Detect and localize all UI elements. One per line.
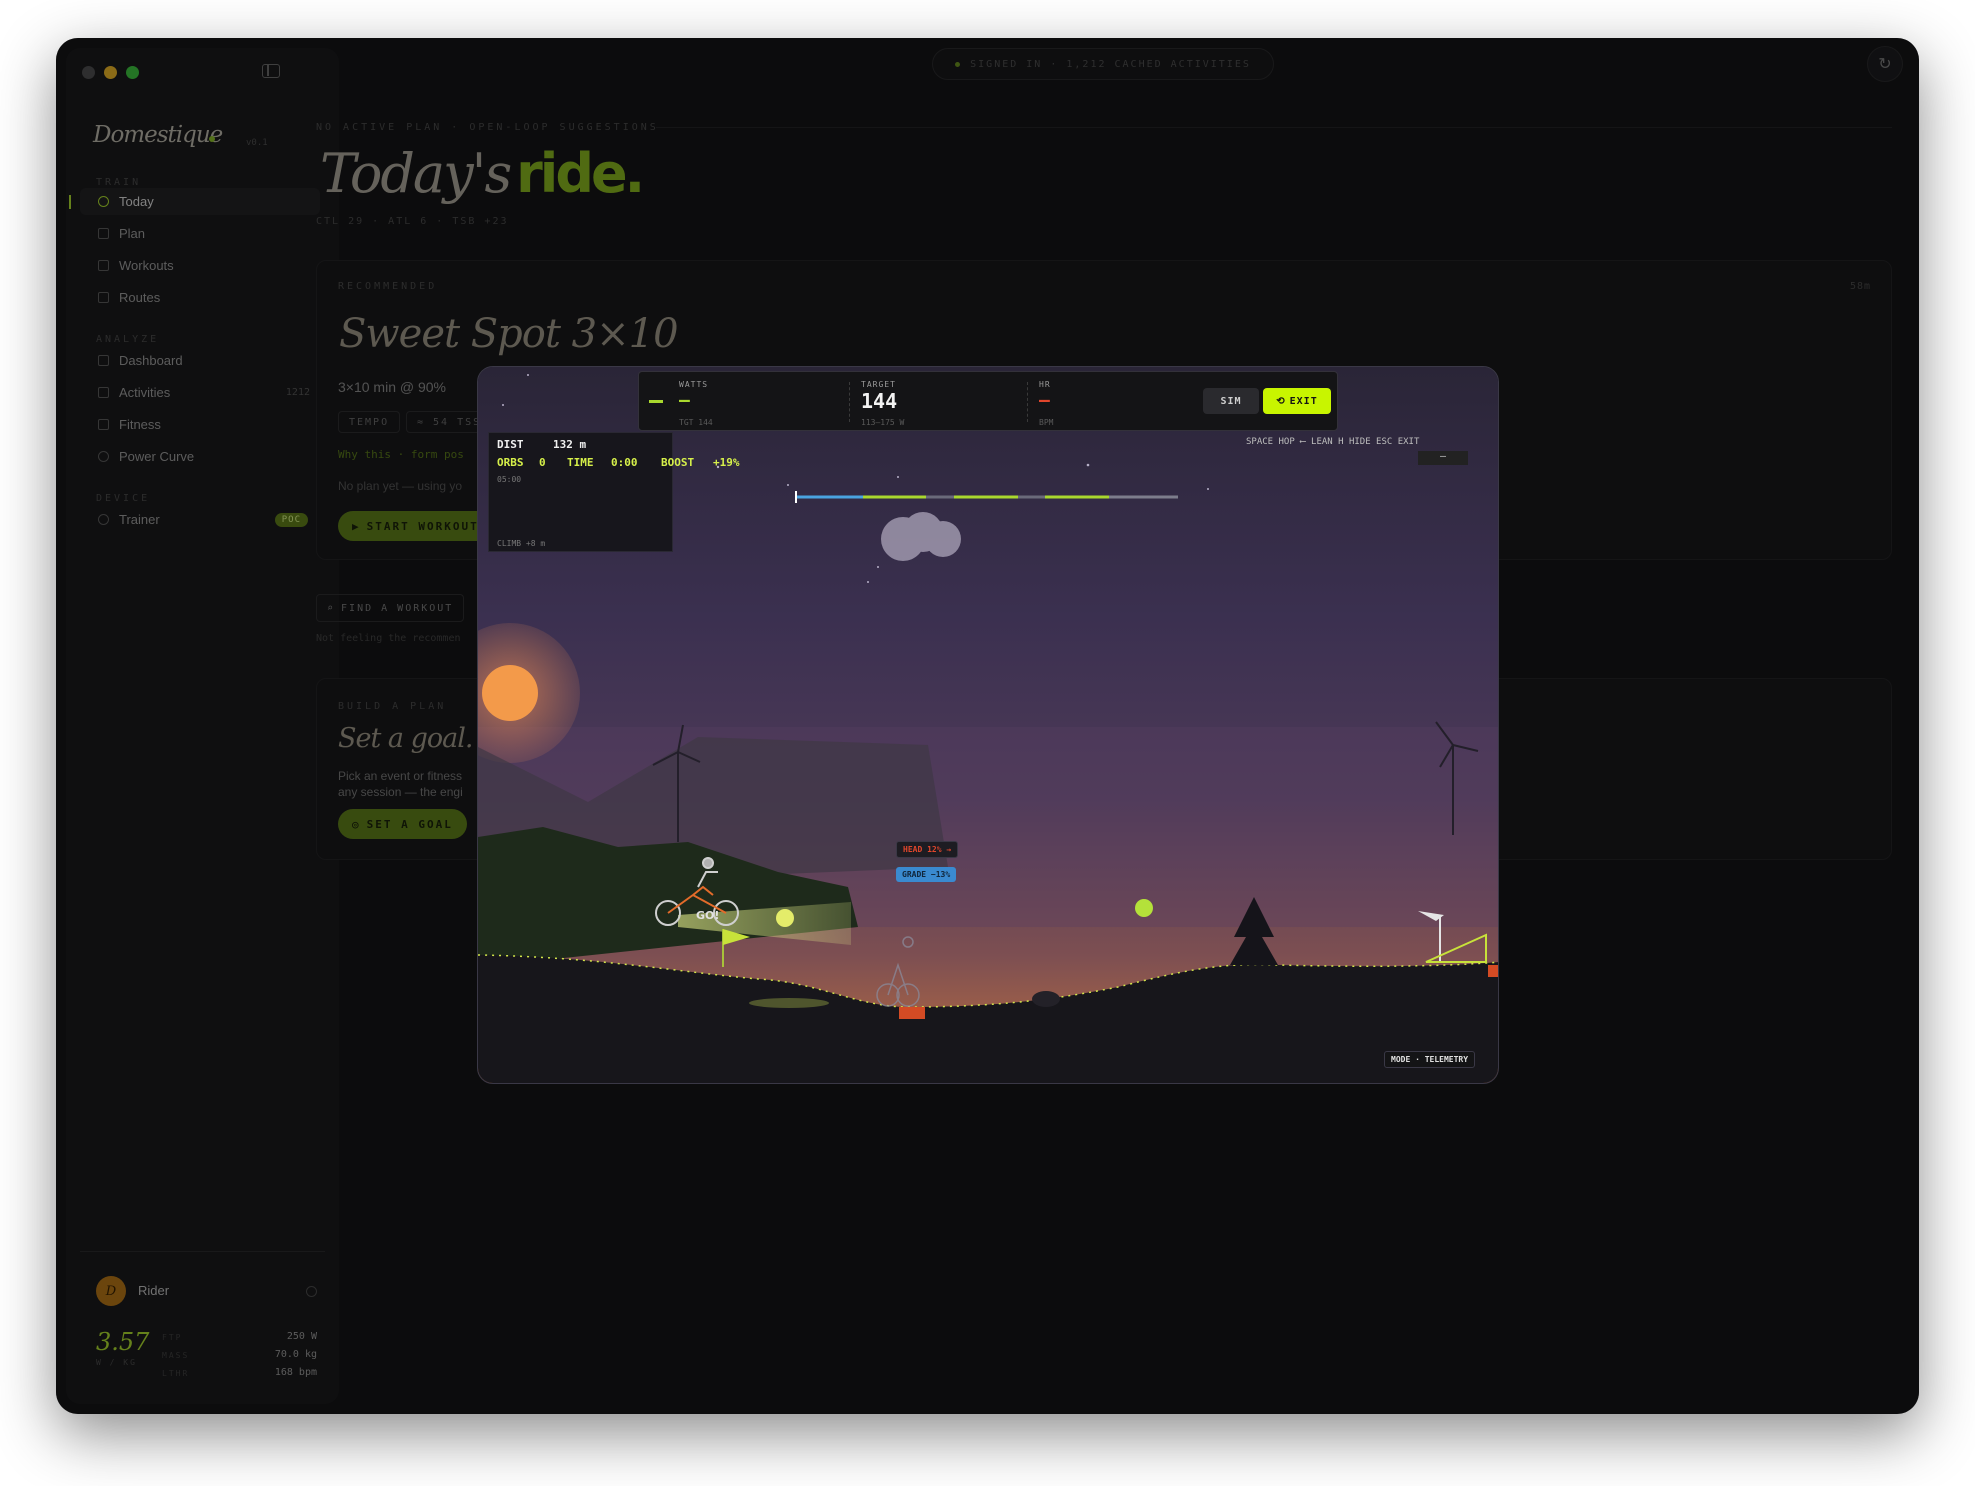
time-label: TIME [567, 456, 594, 469]
time-value: 0:00 [611, 456, 638, 469]
mode-badge: MODE · TELEMETRY [1384, 1051, 1476, 1068]
orbs-value: 0 [539, 456, 546, 469]
hud-divider [849, 382, 850, 422]
dist-value: 132 m [553, 438, 587, 451]
target-value: 144 [861, 389, 898, 413]
crate [1488, 965, 1498, 977]
boost-value: +19% [713, 456, 740, 469]
hint-value: — [1418, 451, 1468, 465]
shadow-disc [749, 998, 829, 1008]
target-range: 113–175 W [861, 418, 905, 427]
sim-label: SIM [1220, 395, 1242, 407]
interval-timer: 05:00 [497, 475, 522, 484]
telemetry-panel: DIST 132 m ORBS 0 TIME 0:00 BOOST +19% 0… [488, 432, 740, 552]
head-wind-badge: HEAD 12% → [896, 841, 959, 858]
hr-unit: BPM [1039, 418, 1054, 427]
watts-value: — [679, 390, 690, 411]
sim-button[interactable]: SIM [1203, 388, 1259, 414]
app-window: Domestique v0.1 TRAIN Today Plan Workout… [56, 38, 1919, 1414]
orbs-label: ORBS [497, 456, 524, 469]
exit-label: EXIT [1289, 395, 1318, 407]
dist-label: DIST [497, 438, 524, 451]
exit-icon: ⟲ [1276, 395, 1286, 407]
trainer-game-modal[interactable]: GO! WATTS — TGT 144 TARGET 144 113–175 W… [477, 366, 1499, 1084]
orb [1135, 899, 1153, 917]
hr-label: HR [1039, 380, 1051, 389]
crate [899, 1007, 925, 1019]
go-text: GO! [696, 909, 719, 922]
hud-divider [1027, 382, 1028, 422]
watts-indicator [649, 400, 663, 403]
hud-bar: WATTS — TGT 144 TARGET 144 113–175 W HR … [638, 371, 1338, 431]
orb [776, 909, 794, 927]
watts-target-sub: TGT 144 [679, 418, 713, 427]
rock [1032, 991, 1060, 1007]
grade-badge: GRADE −13% [896, 867, 957, 882]
boost-label: BOOST [661, 456, 695, 469]
target-label: TARGET [861, 380, 896, 389]
sun [482, 665, 538, 721]
climb-readout: CLIMB +8 m [497, 539, 546, 548]
keyboard-hints: SPACE HOP ⟵ LEAN H HIDE ESC EXIT [1246, 437, 1420, 447]
watts-label: WATTS [679, 380, 709, 389]
exit-button[interactable]: ⟲ EXIT [1263, 388, 1331, 414]
hr-value: — [1039, 390, 1050, 411]
